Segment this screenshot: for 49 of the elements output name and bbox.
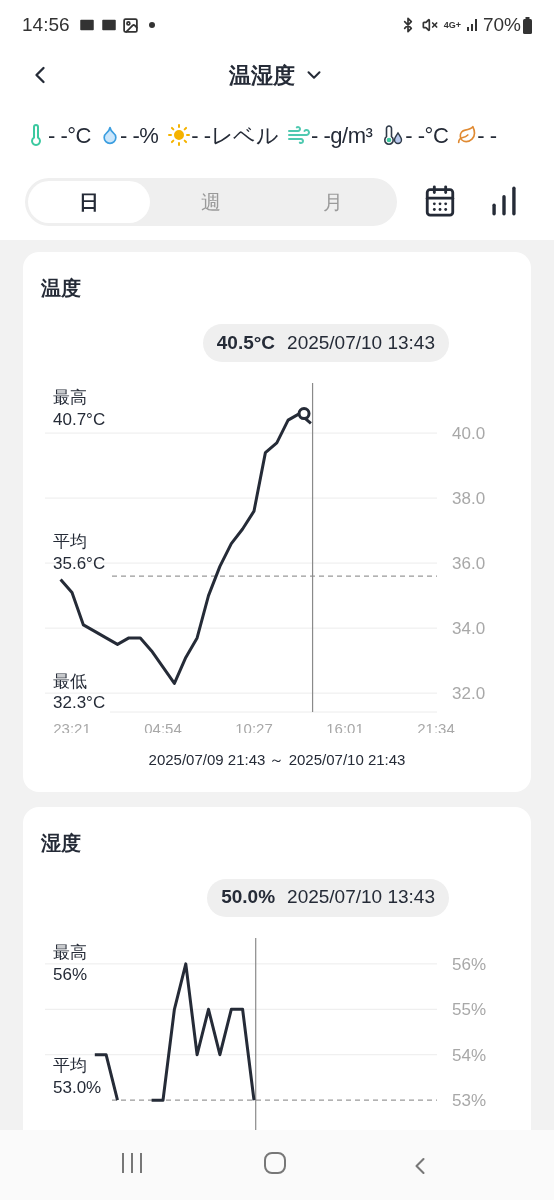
leaf-icon [457,125,478,145]
axis-label: 36.0 [452,554,486,574]
card-title: 温度 [40,276,82,301]
status-time: 14:56 [22,12,70,37]
stat-value: 32.3°C [53,693,106,712]
recent-apps-button[interactable] [119,1152,144,1174]
stat-label: 最高 [53,942,87,962]
period-tab[interactable]: 日 [28,181,150,223]
battery-percent: 70% [482,12,521,37]
wind-icon [287,123,312,147]
tooltip-time: 2025/07/10 13:43 [287,330,435,355]
image-icon [121,16,139,34]
battery-icon [523,16,532,34]
axis-label: 40.0 [452,424,486,444]
stat-label: 最低 [53,672,87,691]
date-range: 2025/07/09 21:43 ～ 2025/07/10 21:43 [147,750,407,770]
stat-label: 平均 [53,1055,87,1075]
reading-value: - -g/m³ [311,121,373,150]
data-point-marker [297,407,311,421]
reading-value: - -% [119,121,159,150]
axis-label: 34.0 [452,619,486,639]
reading-value: - -レベル [191,121,279,150]
axis-label: 32.0 [452,684,486,704]
axis-label: 56% [452,954,487,974]
stat-value: 53.0% [53,1077,102,1097]
axis-label: 54% [452,1045,487,1065]
axis-label: 55% [452,999,487,1019]
sun-icon [167,123,192,147]
axis-label: 38.0 [452,489,486,509]
mute-icon [421,17,438,33]
card-title: 湿度 [40,830,82,856]
stat-value: 35.6°C [53,554,106,574]
stat-value: 40.7°C [53,410,106,429]
calendar-button[interactable] [423,184,457,218]
cursor-line[interactable] [311,383,314,713]
title-dropdown[interactable]: 温湿度 [229,58,325,92]
stat-label: 最高 [53,388,87,407]
tooltip-time: 2025/07/10 13:43 [287,885,435,910]
axis-label: 53% [452,1090,487,1110]
tooltip-value: 50.0% [221,885,276,910]
reading-value: - -°C [48,121,91,150]
network-label: 4G+ [443,20,461,30]
home-button[interactable] [263,1152,287,1174]
signal-icon [465,18,480,32]
reading-value: - -°C [405,121,449,150]
reading-value: - - [477,121,497,150]
stat-value: 56% [53,964,88,984]
tooltip-value: 40.5°C [216,330,276,355]
stat-label: 平均 [53,532,87,552]
